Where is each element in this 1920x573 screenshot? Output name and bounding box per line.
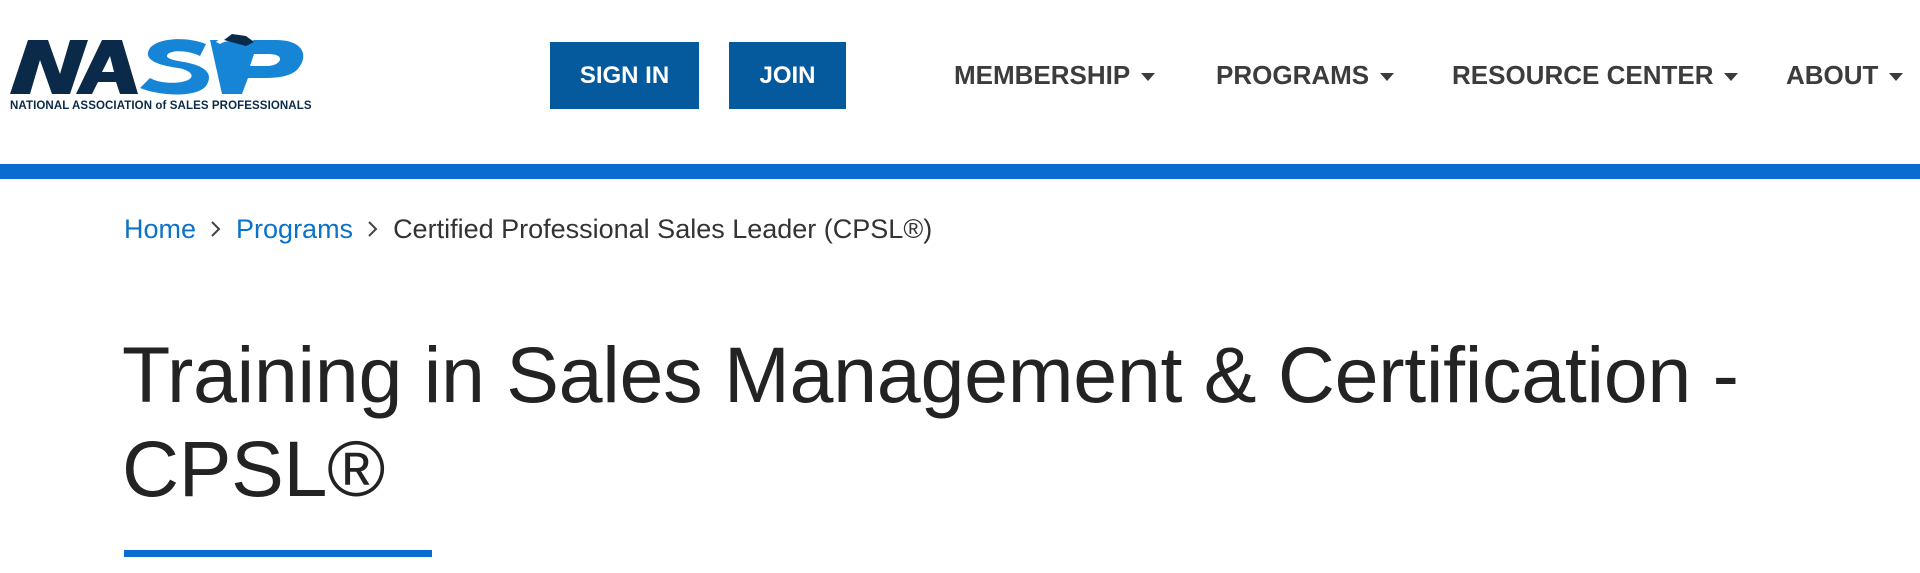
breadcrumb-programs-link[interactable]: Programs (236, 214, 353, 245)
page-title-line-2: CPSL® (122, 424, 386, 513)
breadcrumb-home-link[interactable]: Home (124, 214, 196, 245)
nav-item-membership[interactable]: MEMBERSHIP (954, 42, 1156, 109)
caret-down-icon (1889, 72, 1904, 81)
page-title-line-1: Training in Sales Management & Certifica… (122, 330, 1739, 419)
nav-item-about[interactable]: ABOUT (1786, 42, 1904, 109)
site-header: NATIONAL ASSOCIATION of SALES PROFESSION… (0, 0, 1920, 164)
sign-in-button[interactable]: SIGN IN (550, 42, 699, 109)
chevron-right-icon (210, 219, 222, 239)
nav-item-programs[interactable]: PROGRAMS (1216, 42, 1395, 109)
join-button[interactable]: JOIN (729, 42, 846, 109)
title-underline (124, 550, 432, 557)
breadcrumb: Home Programs Certified Professional Sal… (124, 212, 932, 246)
breadcrumb-current: Certified Professional Sales Leader (CPS… (393, 213, 933, 244)
header-accent-bar (0, 164, 1920, 179)
nav-item-label: MEMBERSHIP (954, 60, 1131, 90)
caret-down-icon (1141, 72, 1156, 81)
caret-down-icon (1724, 72, 1739, 81)
nav-item-label: ABOUT (1786, 60, 1879, 90)
logo-caption: NATIONAL ASSOCIATION of SALES PROFESSION… (10, 100, 312, 112)
nasp-logo[interactable]: NATIONAL ASSOCIATION of SALES PROFESSION… (10, 34, 320, 118)
nav-item-label: RESOURCE CENTER (1452, 60, 1714, 90)
nav-item-label: PROGRAMS (1216, 60, 1370, 90)
nasp-logo-mark (10, 34, 304, 95)
chevron-right-icon (367, 219, 379, 239)
nav-item-resource-center[interactable]: RESOURCE CENTER (1452, 42, 1739, 109)
page-title: Training in Sales Management & Certifica… (122, 328, 1822, 516)
caret-down-icon (1380, 72, 1395, 81)
